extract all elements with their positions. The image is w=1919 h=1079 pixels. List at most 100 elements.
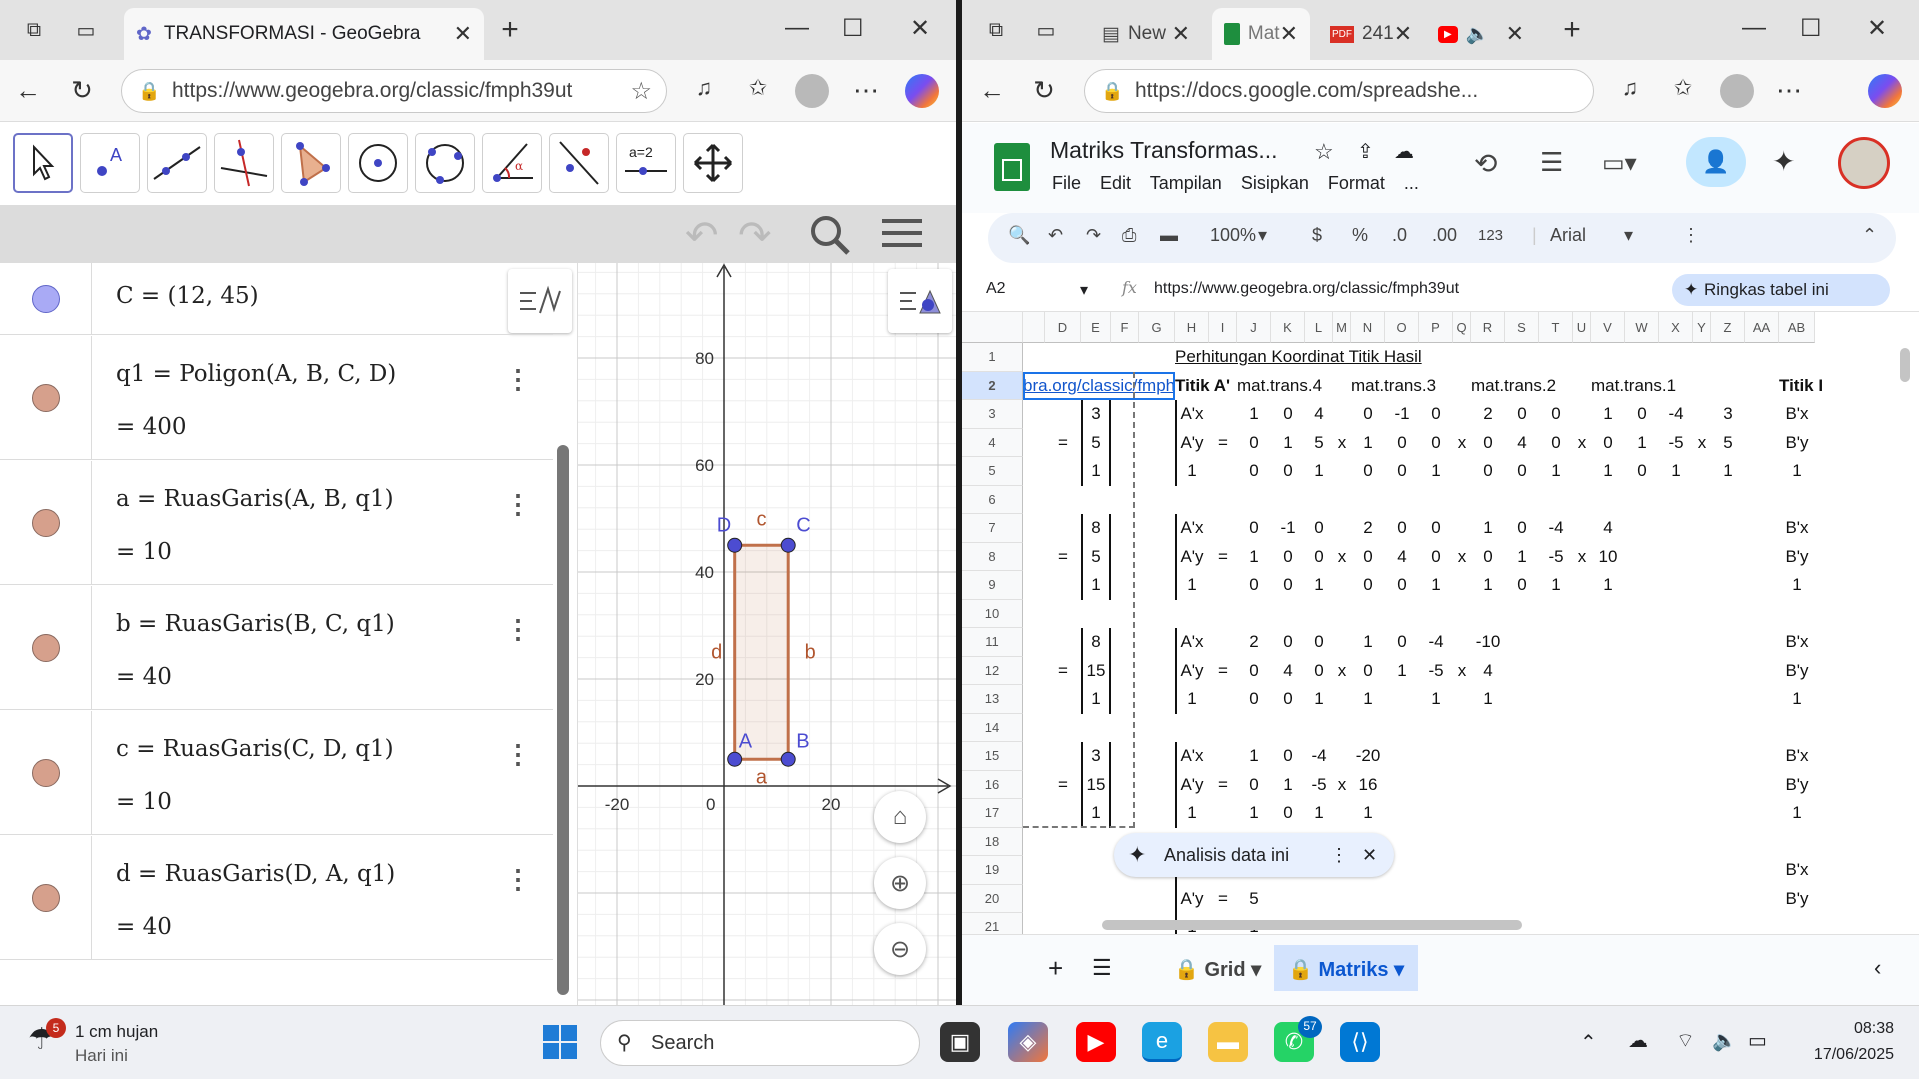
taskbar-search[interactable]: ⚲ Search — [600, 1020, 920, 1066]
row-header[interactable]: 1 — [962, 343, 1023, 372]
cell[interactable]: 1 — [1471, 575, 1505, 595]
cell[interactable]: 1 — [1659, 461, 1693, 481]
star-icon[interactable]: ☆ — [1314, 139, 1334, 165]
cell[interactable]: 0 — [1419, 433, 1453, 453]
cell[interactable]: 1 — [1419, 689, 1453, 709]
angle-tool[interactable]: α — [482, 133, 542, 193]
back-icon[interactable]: ← — [12, 75, 44, 106]
column-header[interactable]: E — [1081, 312, 1111, 343]
cell[interactable]: 1 — [1351, 803, 1385, 823]
polygon-tool[interactable] — [281, 133, 341, 193]
column-header[interactable]: V — [1591, 312, 1625, 343]
close-window-icon[interactable]: ✕ — [1867, 14, 1887, 43]
redo-icon[interactable]: ↷ — [1086, 225, 1101, 246]
move-folder-icon[interactable]: ⇪ — [1357, 139, 1374, 164]
cell[interactable]: 0 — [1419, 404, 1453, 424]
refresh-icon[interactable]: ↻ — [66, 75, 98, 106]
speaker-icon[interactable]: 🔈 — [1466, 22, 1490, 46]
cell[interactable]: 16 — [1351, 775, 1385, 795]
gemini-icon[interactable]: ✦ — [1772, 145, 1795, 178]
cell[interactable]: 3 — [1711, 404, 1745, 424]
profile-avatar[interactable] — [1720, 74, 1754, 108]
spreadsheet-grid[interactable]: D E F G H I J K L M N O P Q R S T U V W X Y Z AA AB 1 2 3 4 5 6 7 8 9 10 11… — [962, 312, 1919, 934]
cell[interactable]: 1 — [1419, 461, 1453, 481]
row-header[interactable]: 4 — [962, 428, 1023, 457]
row-header[interactable]: 2 — [962, 371, 1023, 400]
cell[interactable]: 1 — [1305, 689, 1333, 709]
cell[interactable]: 0 — [1351, 461, 1385, 481]
cell[interactable]: 0 — [1351, 547, 1385, 567]
cell[interactable]: 1 — [1305, 461, 1333, 481]
chevron-down-icon[interactable]: ▾ — [1258, 225, 1267, 246]
volume-icon[interactable]: 🔈 — [1712, 1028, 1737, 1053]
weather-temp[interactable]: 1 cm hujan — [75, 1022, 158, 1042]
cell[interactable]: -5 — [1419, 661, 1453, 681]
increase-decimal[interactable]: .00 — [1432, 225, 1457, 246]
algebra-definition[interactable]: a = RuasGaris(A, B, q1) — [116, 486, 394, 512]
algebra-row[interactable]: a = RuasGaris(A, B, q1) = 10 ⋮ — [0, 461, 553, 585]
cell[interactable]: 1 — [1779, 575, 1815, 595]
cell[interactable]: B'y — [1779, 433, 1815, 453]
more-vert-icon[interactable]: ⋮ — [505, 739, 531, 770]
close-tab-icon[interactable]: ✕ — [1280, 21, 1298, 47]
column-header[interactable]: P — [1419, 312, 1453, 343]
more-vert-icon[interactable]: ⋮ — [505, 489, 531, 520]
algebra-definition[interactable]: c = RuasGaris(C, D, q1) — [116, 736, 394, 762]
workspaces-icon[interactable]: ⧉ — [978, 12, 1014, 48]
cell[interactable]: 1 — [1591, 575, 1625, 595]
comments-icon[interactable]: ☰ — [1540, 147, 1563, 178]
search-menu-icon[interactable]: 🔍 — [1008, 225, 1030, 246]
visibility-toggle-icon[interactable] — [32, 509, 60, 537]
cell[interactable]: 1 — [1351, 632, 1385, 652]
visibility-toggle-icon[interactable] — [32, 634, 60, 662]
cell[interactable]: 4 — [1385, 547, 1419, 567]
meet-icon[interactable]: ▭▾ — [1602, 149, 1637, 178]
cell[interactable]: 0 — [1305, 632, 1333, 652]
clock-date[interactable]: 17/06/2025 — [1798, 1046, 1894, 1064]
cell[interactable]: 0 — [1351, 575, 1385, 595]
cell[interactable]: 1 — [1711, 461, 1745, 481]
cell[interactable]: 0 — [1625, 404, 1659, 424]
chevron-up-icon[interactable]: ⌃ — [1580, 1030, 1597, 1055]
row-header[interactable]: 15 — [962, 742, 1023, 771]
add-sheet-icon[interactable]: + — [1048, 953, 1063, 984]
zoom-in-icon[interactable]: ⊕ — [874, 857, 926, 909]
visibility-toggle-icon[interactable] — [32, 384, 60, 412]
cell[interactable]: B'x — [1779, 860, 1815, 880]
point-A[interactable] — [727, 751, 743, 767]
column-header[interactable]: X — [1659, 312, 1693, 343]
favorites-icon[interactable]: ✩ — [742, 75, 774, 101]
cell[interactable]: -20 — [1351, 746, 1385, 766]
edge-app-icon[interactable]: e — [1142, 1022, 1182, 1062]
cell[interactable]: B'y — [1779, 775, 1815, 795]
cell[interactable]: -5 — [1305, 775, 1333, 795]
minimize-icon[interactable]: — — [785, 14, 809, 42]
more-vert-icon[interactable]: ⋮ — [1330, 833, 1348, 877]
cell[interactable]: 0 — [1305, 518, 1333, 538]
reflect-tool[interactable] — [549, 133, 609, 193]
matrix-header[interactable]: mat.trans.3 — [1351, 376, 1436, 396]
algebra-definition[interactable]: C = (12, 45) — [116, 283, 259, 309]
new-tab-icon[interactable]: + — [1554, 12, 1590, 48]
row-header[interactable]: 6 — [962, 485, 1023, 514]
more-vert-icon[interactable]: ⋮ — [1682, 225, 1700, 246]
sheet-tab-matriks[interactable]: 🔒 Matriks ▾ — [1274, 945, 1419, 991]
url-field[interactable]: 🔒 https://docs.google.com/spreadshe... — [1084, 69, 1594, 113]
row-header[interactable]: 11 — [962, 628, 1023, 657]
cell[interactable]: 0 — [1419, 547, 1453, 567]
cell[interactable]: 0 — [1505, 575, 1539, 595]
cell[interactable]: 1 — [1351, 689, 1385, 709]
column-header[interactable]: I — [1209, 312, 1237, 343]
cell[interactable]: 0 — [1305, 661, 1333, 681]
cell[interactable]: 1 — [1591, 404, 1625, 424]
tab-pdf[interactable]: PDF 241 ✕ — [1318, 8, 1418, 60]
more-vert-icon[interactable]: ⋮ — [505, 864, 531, 895]
minimize-icon[interactable]: — — [1742, 14, 1766, 42]
cell[interactable]: 4 — [1305, 404, 1333, 424]
cell[interactable]: 0 — [1385, 433, 1419, 453]
visibility-toggle-icon[interactable] — [32, 285, 60, 313]
row-header[interactable]: 10 — [962, 599, 1023, 628]
point-tool[interactable]: A — [80, 133, 140, 193]
zoom-select[interactable]: 100% — [1210, 225, 1256, 246]
decrease-decimal[interactable]: .0 — [1392, 225, 1407, 246]
